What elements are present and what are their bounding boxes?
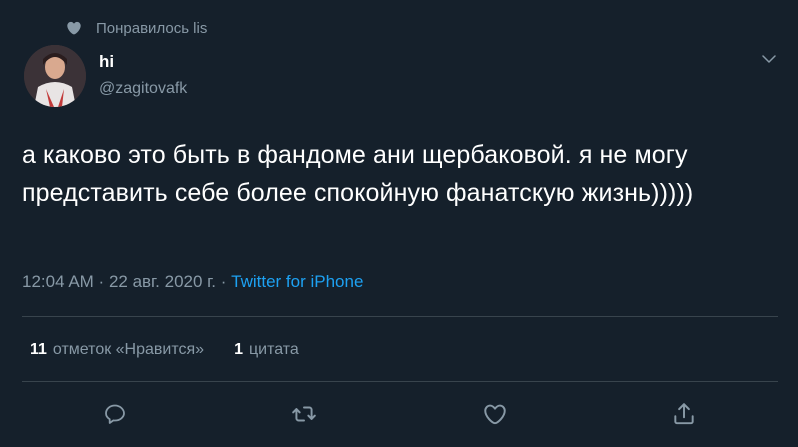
quotes-label: цитата (248, 341, 299, 358)
avatar-image (24, 45, 86, 107)
social-context-text[interactable]: Понравилось lis (96, 20, 207, 37)
likes-stat[interactable]: 11 отметок «Нравится» (30, 341, 204, 359)
author-handle[interactable]: @zagitovafk (99, 80, 187, 98)
tweet-stats: 11 отметок «Нравится» 1 цитата (30, 341, 329, 359)
chevron-down-icon[interactable] (760, 50, 778, 68)
tweet-time[interactable]: 12:04 AM (22, 272, 94, 291)
tweet-meta: 12:04 AM · 22 авг. 2020 г. · Twitter for… (22, 272, 363, 292)
reply-button[interactable] (101, 400, 129, 428)
share-button[interactable] (670, 400, 698, 428)
quotes-stat[interactable]: 1 цитата (234, 341, 299, 359)
tweet-date[interactable]: 22 авг. 2020 г. (109, 272, 216, 291)
avatar[interactable] (24, 45, 86, 107)
reply-icon (105, 404, 125, 424)
meta-separator: · (216, 272, 232, 291)
likes-count: 11 (30, 341, 47, 358)
meta-separator: · (93, 272, 109, 291)
retweet-icon (292, 406, 316, 422)
quotes-count: 1 (234, 341, 243, 358)
like-button[interactable] (481, 400, 509, 428)
like-icon (484, 404, 506, 425)
author-name[interactable]: hi (99, 52, 114, 72)
divider (22, 316, 778, 317)
divider (22, 381, 778, 382)
retweet-button[interactable] (290, 400, 318, 428)
share-icon (674, 403, 694, 425)
tweet-source-link[interactable]: Twitter for iPhone (231, 272, 363, 291)
likes-label: отметок «Нравится» (52, 341, 205, 358)
social-context: Понравилось lis (66, 16, 207, 40)
tweet-text: а каково это быть в фандоме ани щербаков… (22, 141, 694, 207)
heart-icon (67, 21, 81, 35)
